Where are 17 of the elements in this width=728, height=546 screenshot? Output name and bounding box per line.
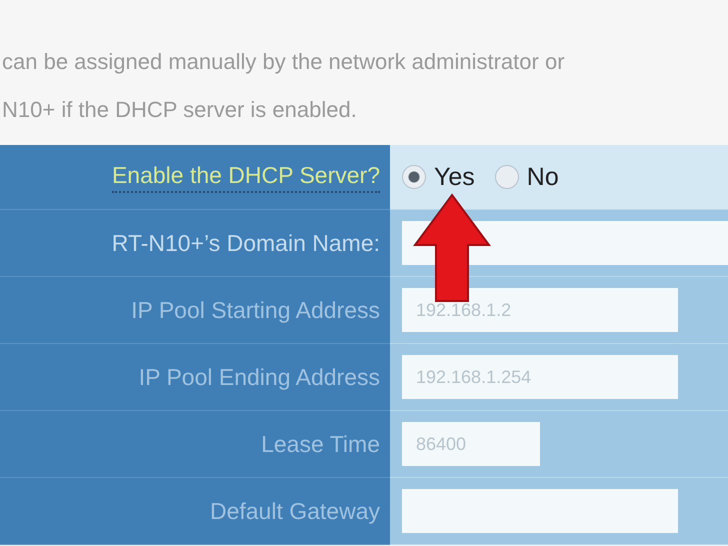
input-field[interactable]: 192.168.1.2: [402, 288, 678, 332]
option-label: No: [526, 162, 559, 192]
input-field[interactable]: 192.168.1.254: [402, 355, 678, 399]
intro-text: can be assigned manually by the network administrator or: [2, 48, 566, 76]
radio-button[interactable]: [402, 165, 426, 189]
intro-text: N10+ if the DHCP server is enabled.: [2, 96, 358, 124]
field-label: Default Gateway: [210, 498, 380, 524]
radio-button[interactable]: [494, 165, 519, 189]
input-field[interactable]: [402, 489, 678, 533]
field-label: Lease Time: [261, 430, 380, 458]
input-field[interactable]: 86400: [402, 422, 540, 466]
field-label: RT-N10+’s Domain Name:: [112, 230, 380, 256]
field-label: IP Pool Ending Address: [138, 364, 380, 390]
arrow-icon: [413, 193, 491, 303]
field-label: IP Pool Starting Address: [131, 296, 380, 324]
option-label: Yes: [434, 162, 475, 192]
field-label: Enable the DHCP Server?: [112, 162, 380, 192]
